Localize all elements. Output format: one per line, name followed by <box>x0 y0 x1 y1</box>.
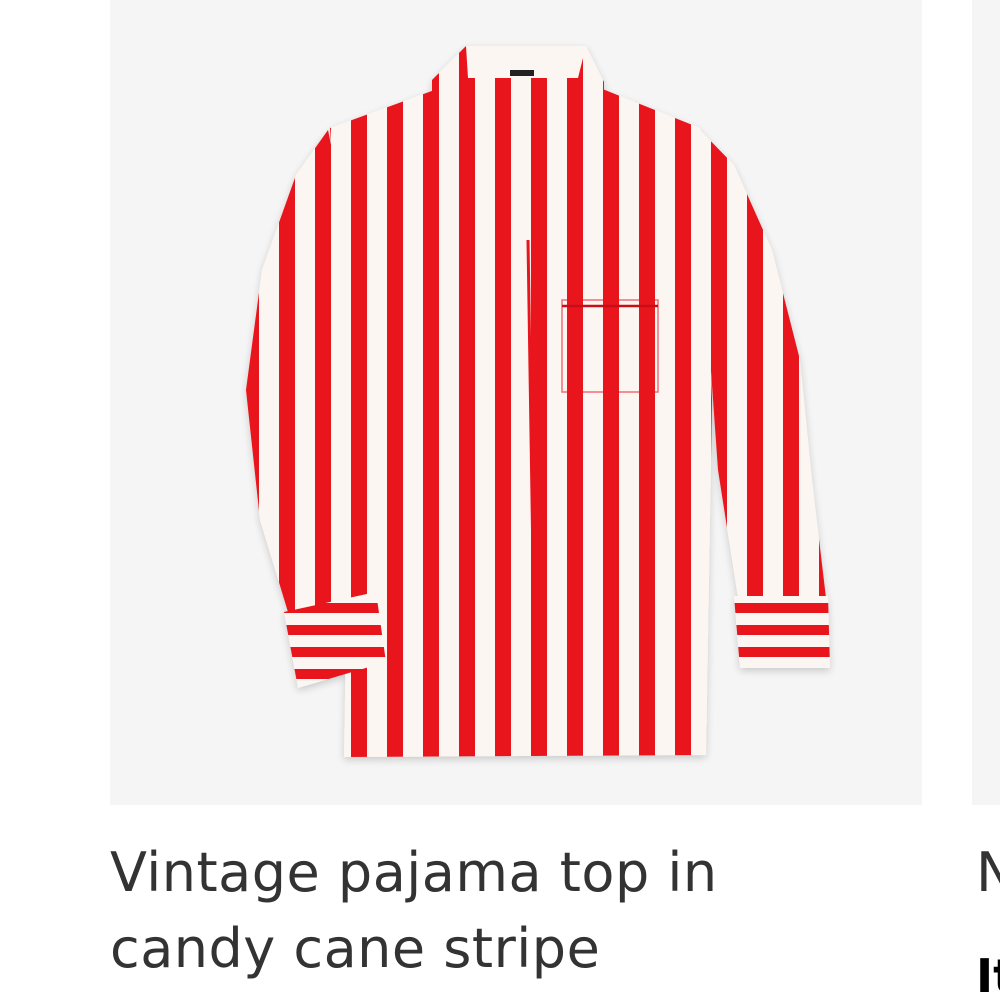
next-product-badge: It <box>976 949 1000 999</box>
product-title[interactable]: Vintage pajama top in candy cane stripe <box>110 835 922 987</box>
next-product-image[interactable] <box>972 0 1000 805</box>
product-card[interactable]: Vintage pajama top in candy cane stripe <box>110 0 922 999</box>
striped-shirt-image <box>246 46 830 757</box>
product-title-line1: Vintage pajama top in <box>110 841 718 904</box>
product-carousel: Vintage pajama top in candy cane stripe … <box>0 0 1000 999</box>
product-image[interactable] <box>110 0 922 805</box>
product-title-line2: candy cane stripe <box>110 917 601 980</box>
next-product-card[interactable]: N It <box>972 0 1000 999</box>
next-product-title[interactable]: N <box>976 835 1000 911</box>
